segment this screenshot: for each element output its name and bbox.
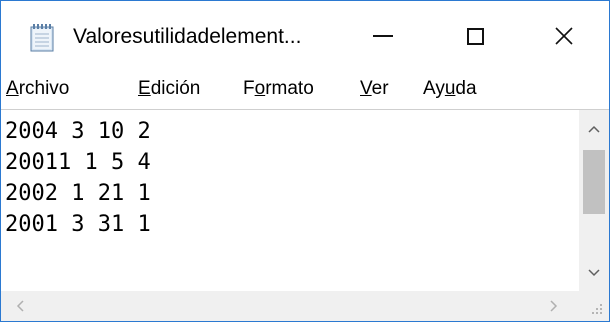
minimize-button[interactable] [337, 1, 429, 71]
menu-ver-text-post: er [371, 78, 389, 99]
menu-edicion-accesskey: E [138, 78, 151, 99]
text-line[interactable]: 2004 3 10 2 [3, 116, 151, 147]
menu-archivo-accesskey: A [6, 78, 19, 99]
vertical-scrollbar[interactable] [579, 110, 609, 291]
menu-edicion-text-post: dición [150, 78, 201, 99]
minimize-icon [373, 35, 393, 37]
chevron-down-icon [588, 269, 600, 277]
text-editor[interactable]: 2004 3 10 2 20011 1 5 4 2002 1 21 1 2001… [3, 112, 579, 290]
maximize-button[interactable] [429, 1, 521, 71]
maximize-icon [466, 27, 484, 45]
notepad-icon [30, 24, 54, 52]
menu-ver-accesskey: V [360, 78, 372, 99]
text-line[interactable]: 2002 1 21 1 [3, 178, 151, 209]
window-title: Valoresutilidadelement... [73, 25, 302, 48]
menu-formato[interactable]: Formato [243, 78, 314, 100]
close-icon [555, 27, 573, 45]
menu-archivo[interactable]: Archivo [6, 78, 69, 100]
resize-grip[interactable] [579, 291, 609, 321]
menu-formato-text-post: rmato [265, 78, 314, 99]
menu-bar: Archivo Edición Formato Ver Ayuda [1, 71, 609, 110]
menu-ayuda[interactable]: Ayuda [423, 78, 477, 100]
horizontal-scrollbar[interactable] [1, 291, 579, 321]
menu-ayuda-text-pre: Ay [423, 78, 445, 99]
scroll-down-button[interactable] [579, 258, 609, 288]
chevron-right-icon [550, 300, 558, 312]
menu-formato-accesskey: o [254, 78, 266, 99]
menu-archivo-text-post: rchivo [18, 78, 70, 99]
menu-formato-text-pre: F [243, 78, 255, 99]
close-button[interactable] [519, 1, 609, 71]
menu-ayuda-text-post: da [455, 78, 477, 99]
menu-ayuda-accesskey: u [444, 78, 456, 99]
menu-ver[interactable]: Ver [360, 78, 389, 100]
chevron-up-icon [588, 125, 600, 133]
menu-edicion[interactable]: Edición [138, 78, 200, 100]
scroll-right-button[interactable] [539, 291, 569, 321]
text-line[interactable]: 20011 1 5 4 [3, 147, 151, 178]
scroll-left-button[interactable] [5, 291, 35, 321]
text-line[interactable]: 2001 3 31 1 [3, 209, 151, 240]
notepad-window: Valoresutilidadelement... Archivo Edició… [0, 0, 610, 322]
title-bar[interactable]: Valoresutilidadelement... [1, 1, 609, 71]
resize-grip-icon [592, 304, 602, 314]
scroll-up-button[interactable] [579, 114, 609, 144]
vertical-scroll-thumb[interactable] [583, 150, 605, 214]
chevron-left-icon [16, 300, 24, 312]
